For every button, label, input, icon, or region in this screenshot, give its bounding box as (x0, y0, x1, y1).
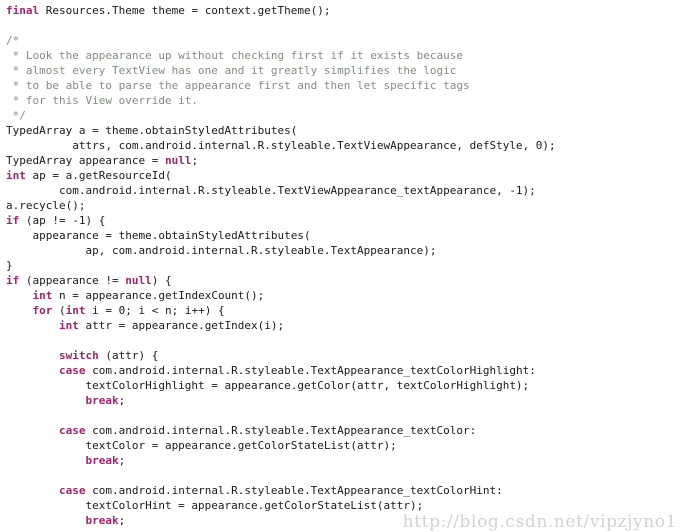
code-text: Resources.Theme theme = context.getTheme… (39, 4, 331, 17)
code-text: TypedArray a = theme.obtainStyledAttribu… (6, 124, 298, 137)
code-line: break; (6, 393, 681, 408)
code-line: case com.android.internal.R.styleable.Te… (6, 363, 681, 378)
code-line: */ (6, 108, 681, 123)
code-keyword: if (6, 214, 20, 227)
code-keyword: final (6, 4, 40, 17)
code-comment: * for this View override it. (6, 94, 199, 107)
code-line: break; (6, 453, 681, 468)
code-comment: /* (6, 34, 20, 47)
code-text: n = appearance.getIndexCount(); (52, 289, 265, 302)
code-text: com.android.internal.R.styleable.TextApp… (85, 484, 503, 497)
code-line: final Resources.Theme theme = context.ge… (6, 3, 681, 18)
code-text: textColorHighlight = appearance.getColor… (6, 379, 530, 392)
code-line: textColor = appearance.getColorStateList… (6, 438, 681, 453)
code-line: a.recycle(); (6, 198, 681, 213)
code-line: for (int i = 0; i < n; i++) { (6, 303, 681, 318)
code-line: if (appearance != null) { (6, 273, 681, 288)
code-text: ap = a.getResourceId( (25, 169, 172, 182)
code-line: int attr = appearance.getIndex(i); (6, 318, 681, 333)
code-text: ) { (151, 274, 172, 287)
code-line: textColorHint = appearance.getColorState… (6, 498, 681, 513)
code-text: (attr) { (98, 349, 159, 362)
code-keyword: switch (58, 349, 99, 362)
code-line: break; (6, 513, 681, 528)
code-line: appearance = theme.obtainStyledAttribute… (6, 228, 681, 243)
code-line: attrs, com.android.internal.R.styleable.… (6, 138, 681, 153)
code-text: textColorHint = appearance.getColorState… (6, 499, 424, 512)
code-text: attrs, com.android.internal.R.styleable.… (6, 139, 556, 152)
code-keyword: case (58, 364, 86, 377)
code-text: ; (191, 154, 199, 167)
code-line: if (ap != -1) { (6, 213, 681, 228)
code-line: case com.android.internal.R.styleable.Te… (6, 483, 681, 498)
code-text: com.android.internal.R.styleable.TextApp… (85, 424, 477, 437)
code-text: TypedArray appearance = (6, 154, 165, 167)
code-comment: * Look the appearance up without checkin… (6, 49, 463, 62)
code-line: int ap = a.getResourceId( (6, 168, 681, 183)
source-code-block[interactable]: final Resources.Theme theme = context.ge… (6, 3, 681, 528)
code-keyword: break (85, 454, 119, 467)
code-keyword: case (58, 424, 86, 437)
code-line: case com.android.internal.R.styleable.Te… (6, 423, 681, 438)
code-text: appearance = theme.obtainStyledAttribute… (6, 229, 311, 242)
code-line: * almost every TextView has one and it g… (6, 63, 681, 78)
code-text: ; (118, 454, 126, 467)
code-comment: * to be able to parse the appearance fir… (6, 79, 470, 92)
code-viewport[interactable]: final Resources.Theme theme = context.ge… (0, 0, 681, 532)
code-line: textColorHighlight = appearance.getColor… (6, 378, 681, 393)
code-keyword: break (85, 394, 119, 407)
code-text: com.android.internal.R.styleable.TextVie… (6, 184, 536, 197)
code-line: * for this View override it. (6, 93, 681, 108)
code-comment: */ (6, 109, 26, 122)
code-keyword: for (32, 304, 53, 317)
code-line: com.android.internal.R.styleable.TextVie… (6, 183, 681, 198)
code-text: (ap != -1) { (19, 214, 106, 227)
code-keyword: case (58, 484, 86, 497)
code-line: ap, com.android.internal.R.styleable.Tex… (6, 243, 681, 258)
code-text: ap, com.android.internal.R.styleable.Tex… (6, 244, 437, 257)
code-keyword: int (58, 319, 79, 332)
code-text: (appearance != (19, 274, 126, 287)
code-text: a.recycle(); (6, 199, 86, 212)
code-line: } (6, 258, 681, 273)
code-keyword: if (6, 274, 20, 287)
code-line: /* (6, 33, 681, 48)
code-line: * Look the appearance up without checkin… (6, 48, 681, 63)
code-text: ; (118, 394, 126, 407)
code-line: int n = appearance.getIndexCount(); (6, 288, 681, 303)
code-text: attr = appearance.getIndex(i); (78, 319, 285, 332)
code-text: ( (52, 304, 66, 317)
code-text: } (6, 259, 13, 272)
code-line: * to be able to parse the appearance fir… (6, 78, 681, 93)
code-keyword: int (32, 289, 53, 302)
code-line: TypedArray appearance = null; (6, 153, 681, 168)
code-line: switch (attr) { (6, 348, 681, 363)
code-text: i = 0; i < n; i++) { (85, 304, 225, 317)
code-comment: * almost every TextView has one and it g… (6, 64, 457, 77)
code-text: com.android.internal.R.styleable.TextApp… (85, 364, 536, 377)
code-text: ; (118, 514, 126, 527)
code-keyword: int (65, 304, 86, 317)
code-keyword: int (6, 169, 26, 182)
code-keyword: break (85, 514, 119, 527)
code-text: textColor = appearance.getColorStateList… (6, 439, 397, 452)
code-keyword: null (164, 154, 192, 167)
code-keyword: null (125, 274, 152, 287)
code-line: TypedArray a = theme.obtainStyledAttribu… (6, 123, 681, 138)
